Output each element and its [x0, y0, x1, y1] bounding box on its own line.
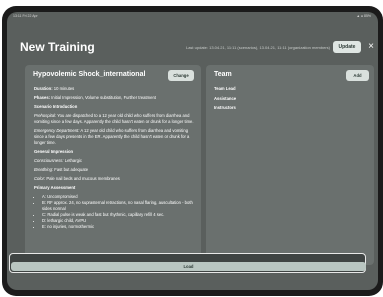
last-update-text: Last update: 13.04.21, 11:11 (scenarios)… [185, 45, 330, 50]
scenario-title: Hypovolemic Shock_international [33, 71, 146, 78]
duration-value: 10 minutes [53, 86, 75, 91]
role-team-lead: Team Lead [214, 86, 236, 91]
app-screen: 13:11 Fri 22 Apr ▲ ● 85% New Training La… [7, 12, 378, 290]
status-bar: 13:11 Fri 22 Apr ▲ ● 85% [7, 12, 378, 21]
assessment-item: B: RF approx. 24, no suprasternal retrac… [42, 200, 194, 212]
load-button[interactable]: Load [11, 262, 366, 271]
breathing-label: Breathing: [34, 167, 54, 172]
prehospital-row: Prehospital: You are dispatched to a 12 … [34, 113, 194, 125]
intro-heading: Scenario Introduction [34, 104, 78, 109]
change-scenario-button[interactable]: Change [168, 70, 194, 81]
breathing-value: Fast but adequate [54, 167, 89, 172]
assessment-item: E: no injuries, normothermic [42, 224, 194, 230]
color-row: Color: Pale nail beds and mucous membran… [34, 176, 194, 182]
team-title: Team [214, 71, 232, 78]
phases-row: Phases: Initial Impression, Volume subst… [34, 95, 194, 101]
consciousness-row: Consciousness: Lethargic [34, 158, 194, 164]
team-roles: Team Lead Assistance Instructors [214, 86, 364, 115]
status-time: 13:11 Fri 22 Apr [13, 14, 38, 18]
role-instructors: Instructors [214, 105, 236, 111]
color-label: Color: [34, 176, 46, 181]
prehospital-text: You are dispatched to a 12 year old chil… [34, 113, 194, 124]
consciousness-value: Lethargic [64, 158, 82, 163]
scenario-details: Duration: 10 minutes Phases: Initial Imp… [34, 86, 194, 230]
assessment-list: A: Uncompromised B: RF approx. 24, no su… [34, 194, 194, 230]
emergency-label: Emergency Department: [34, 128, 80, 133]
phases-label: Phases: [34, 95, 51, 100]
close-icon[interactable]: × [366, 41, 376, 53]
duration-row: Duration: 10 minutes [34, 86, 194, 92]
status-indicators: ▲ ● 85% [356, 14, 371, 18]
role-assistance: Assistance [214, 95, 237, 101]
breathing-row: Breathing: Fast but adequate [34, 167, 194, 173]
prehospital-label: Prehospital: [34, 113, 57, 118]
emergency-row: Emergency Department: A 12 year old chil… [34, 128, 194, 146]
page-title: New Training [20, 40, 95, 54]
general-heading: General Impression [34, 149, 74, 154]
duration-label: Duration: [34, 86, 53, 91]
add-member-button[interactable]: Add [346, 70, 369, 81]
scenario-panel: Hypovolemic Shock_international Change D… [25, 65, 201, 265]
phases-value: Initial Impression, Volume substitution,… [51, 95, 156, 100]
color-value: Pale nail beds and mucous membranes [46, 176, 120, 181]
consciousness-label: Consciousness: [34, 158, 64, 163]
update-button[interactable]: Update [333, 41, 361, 53]
team-panel: Team Add Team Lead Assistance Instructor… [206, 65, 374, 265]
primary-heading: Primary Assessment [34, 185, 76, 190]
